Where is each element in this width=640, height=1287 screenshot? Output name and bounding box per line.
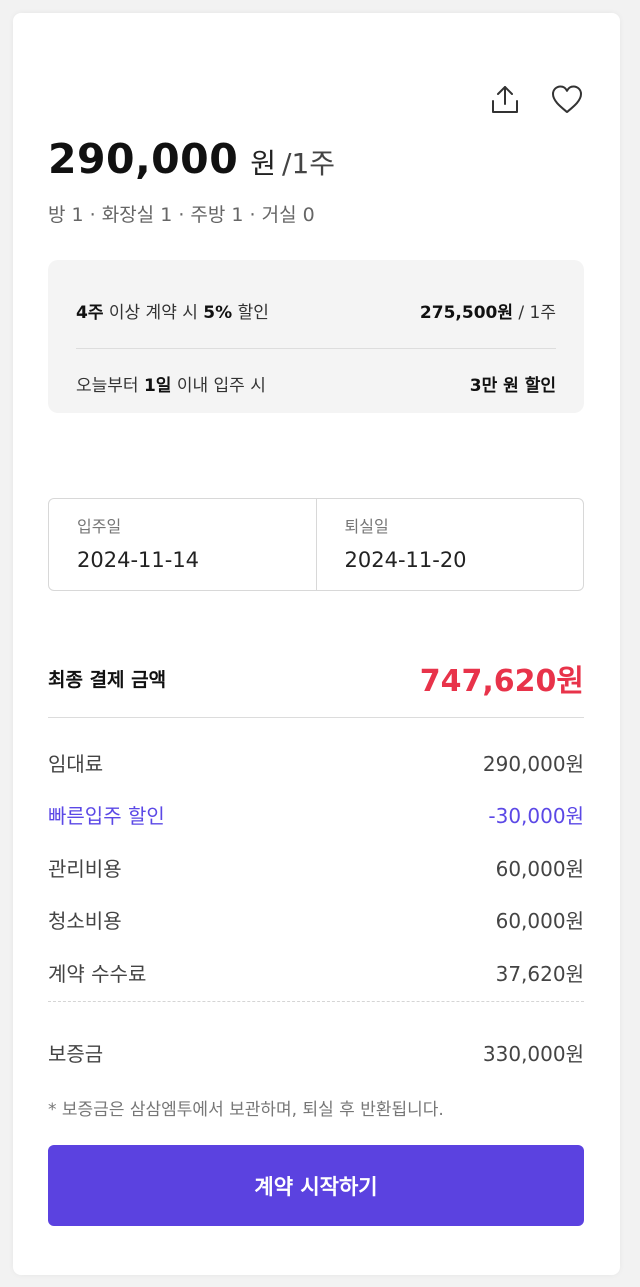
deposit-value: 330,000원	[482, 1042, 584, 1066]
checkout-label: 퇴실일	[344, 517, 389, 536]
fee-label: 청소비용	[48, 909, 122, 934]
fee-value: -30,000원	[488, 804, 584, 829]
total-label: 최종 결제 금액	[48, 668, 167, 691]
discount-text: 할인	[232, 303, 269, 323]
start-contract-button[interactable]: 계약 시작하기	[48, 1145, 584, 1226]
deposit-row: 보증금 330,000원	[48, 1038, 584, 1067]
fee-row-rent: 임대료 290,000원	[48, 736, 584, 789]
discount-box: 4주 이상 계약 시 5% 할인 275,500원 / 1주 오늘부터 1일 이…	[48, 260, 584, 413]
room-info: 방 1 · 화장실 1 · 주방 1 · 거실 0	[48, 204, 315, 226]
checkout-date-field[interactable]: 퇴실일 2024-11-20	[315, 499, 584, 590]
fee-label: 계약 수수료	[48, 961, 147, 986]
fee-row-quick-move-in-discount: 빠른입주 할인 -30,000원	[48, 789, 584, 842]
fee-label: 임대료	[48, 751, 104, 776]
date-selector: 입주일 2024-11-14 퇴실일 2024-11-20	[48, 498, 584, 591]
fee-row-cleaning: 청소비용 60,000원	[48, 894, 584, 947]
checkin-date-field[interactable]: 입주일 2024-11-14	[49, 499, 316, 590]
discounted-price: 275,500원	[419, 303, 513, 323]
discount-divider	[76, 348, 556, 349]
share-icon[interactable]	[488, 83, 522, 117]
fee-row-management: 관리비용 60,000원	[48, 841, 584, 894]
long-term-discount-value: 275,500원 / 1주	[420, 298, 556, 323]
heart-icon[interactable]	[550, 83, 584, 117]
price-unit: 원	[250, 147, 277, 180]
discount-days: 1일	[143, 376, 172, 396]
discounted-period: / 1주	[513, 303, 556, 323]
discount-weeks: 4주	[76, 303, 104, 323]
long-term-discount-row: 4주 이상 계약 시 5% 할인 275,500원 / 1주	[76, 298, 556, 323]
discount-text: 오늘부터	[76, 376, 144, 396]
fee-list: 임대료 290,000원 빠른입주 할인 -30,000원 관리비용 60,00…	[48, 736, 584, 999]
price-period: /1주	[282, 147, 336, 180]
deposit-label: 보증금	[48, 1042, 104, 1066]
quick-move-in-label: 오늘부터 1일 이내 입주 시	[76, 371, 266, 396]
fee-value: 290,000원	[482, 751, 584, 776]
price-amount: 290,000	[48, 135, 239, 183]
fee-value: 60,000원	[495, 856, 584, 881]
quick-move-in-discount-row: 오늘부터 1일 이내 입주 시 3만 원 할인	[76, 371, 556, 396]
discount-text: 이내 입주 시	[171, 376, 266, 396]
total-row: 최종 결제 금액 747,620원	[48, 656, 584, 700]
header-actions	[488, 83, 584, 117]
quick-move-in-amount: 3만 원 할인	[469, 376, 556, 396]
total-value: 747,620원	[419, 664, 584, 699]
discount-percent: 5%	[203, 303, 233, 323]
dashed-divider	[48, 1001, 584, 1002]
fee-row-contract-fee: 계약 수수료 37,620원	[48, 946, 584, 999]
fee-value: 60,000원	[495, 909, 584, 934]
discount-text: 이상 계약 시	[103, 303, 204, 323]
quick-move-in-value: 3만 원 할인	[470, 371, 556, 396]
checkout-value: 2024-11-20	[344, 548, 467, 572]
deposit-note: * 보증금은 삼삼엠투에서 보관하며, 퇴실 후 반환됩니다.	[48, 1100, 444, 1120]
fee-label: 관리비용	[48, 856, 122, 881]
booking-card: 290,000 원 /1주 방 1 · 화장실 1 · 주방 1 · 거실 0 …	[13, 13, 620, 1275]
checkin-label: 입주일	[77, 517, 122, 536]
long-term-discount-label: 4주 이상 계약 시 5% 할인	[76, 298, 269, 323]
checkin-value: 2024-11-14	[77, 548, 200, 572]
fee-value: 37,620원	[495, 961, 584, 986]
fee-label: 빠른입주 할인	[48, 804, 165, 829]
total-divider	[48, 717, 584, 718]
price-row: 290,000 원 /1주	[48, 135, 335, 183]
